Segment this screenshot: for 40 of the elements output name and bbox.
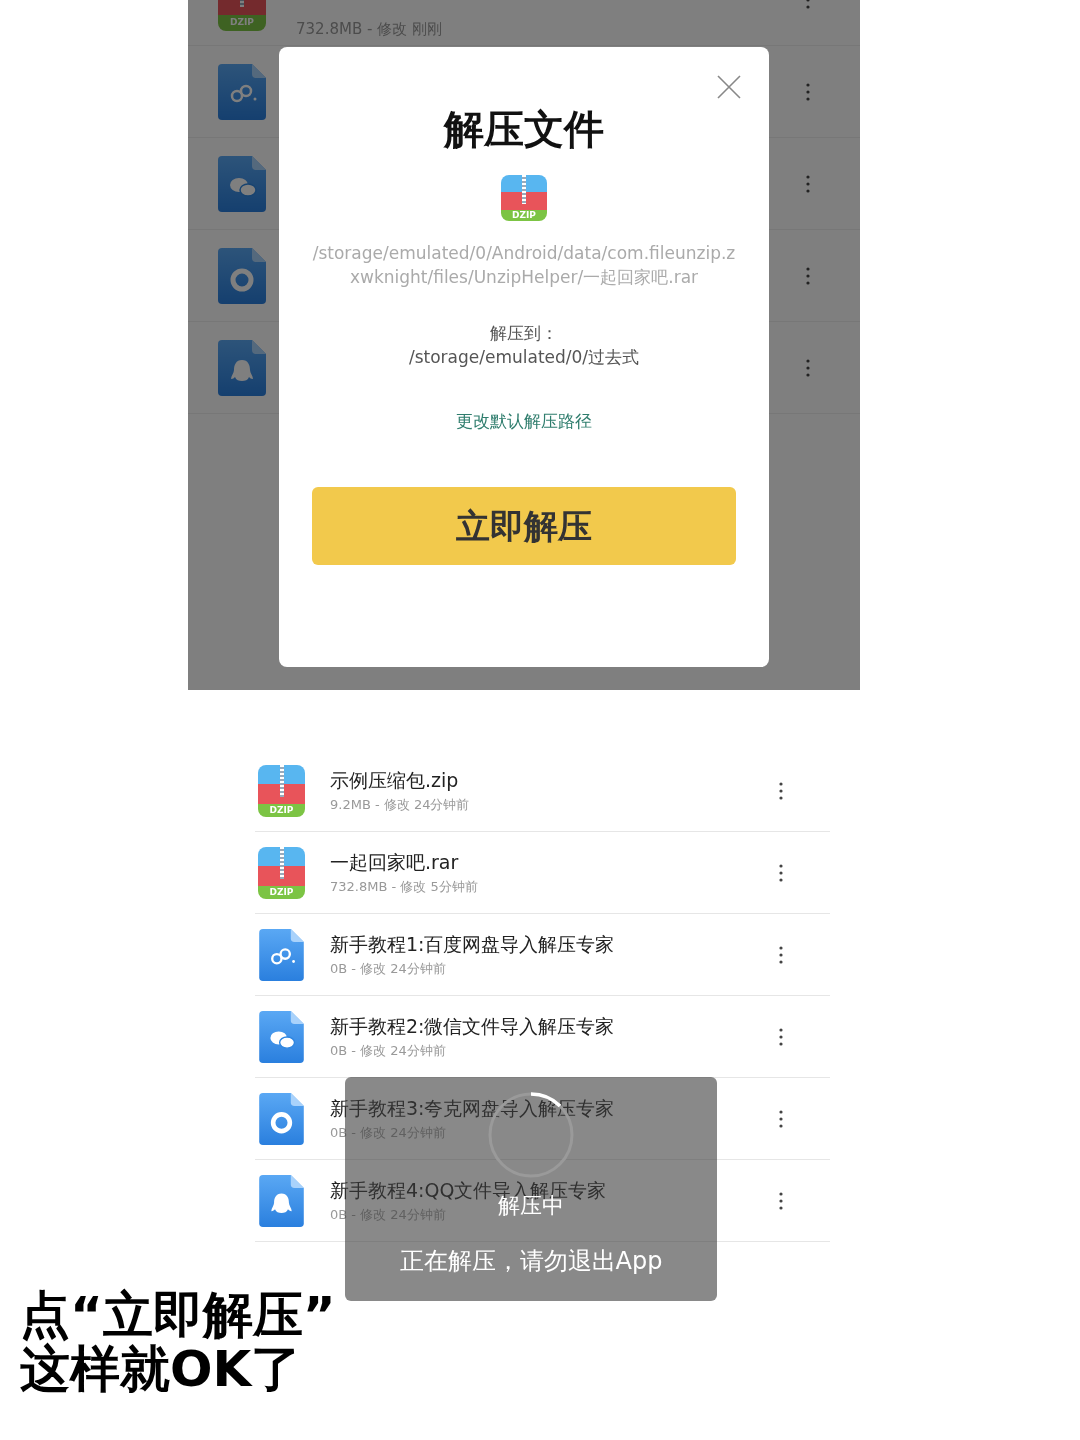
file-meta: 9.2MB - 修改 24分钟前	[330, 795, 470, 814]
file-name: 新手教程2:微信文件导入解压专家	[330, 1013, 615, 1038]
change-path-link[interactable]: 更改默认解压路径	[456, 409, 592, 433]
file-row[interactable]: 新手教程2:微信文件导入解压专家 0B - 修改 24分钟前	[255, 996, 830, 1078]
file-row[interactable]: DZIP 一起回家吧.rar 732.8MB - 修改 5分钟前	[255, 832, 830, 914]
target-path: /storage/emulated/0/过去式	[408, 346, 640, 369]
file-row[interactable]: DZIP 示例压缩包.zip 9.2MB - 修改 24分钟前	[255, 750, 830, 832]
more-icon[interactable]	[779, 1109, 783, 1128]
icon-label: DZIP	[269, 805, 294, 815]
file-meta: 732.8MB - 修改 5分钟前	[330, 877, 478, 896]
target-label: 解压到：	[490, 322, 558, 345]
more-icon[interactable]	[806, 357, 810, 378]
file-name: 新手教程1:百度网盘导入解压专家	[330, 931, 615, 956]
icon-label: DZIP	[269, 887, 294, 897]
file-meta: 0B - 修改 24分钟前	[330, 959, 446, 978]
document-icon	[258, 1010, 305, 1063]
more-icon[interactable]	[779, 945, 783, 964]
close-icon[interactable]	[717, 75, 741, 99]
document-icon	[258, 1174, 305, 1227]
extract-button[interactable]: 立即解压	[312, 487, 736, 565]
source-path: /storage/emulated/0/Android/data/com.fileunzip.zxwknight/files/UnzipHelper/一起回家吧.rar	[311, 242, 737, 289]
file-row[interactable]: 新手教程1:百度网盘导入解压专家 0B - 修改 24分钟前	[255, 914, 830, 996]
more-icon[interactable]	[779, 781, 783, 800]
more-icon[interactable]	[806, 81, 810, 102]
more-icon[interactable]	[779, 1027, 783, 1046]
toast-message: 正在解压，请勿退出App	[399, 1246, 663, 1277]
document-icon	[258, 928, 305, 981]
file-name: 示例压缩包.zip	[330, 767, 459, 792]
more-icon[interactable]	[806, 173, 810, 194]
document-icon	[258, 1092, 305, 1145]
file-name: 一起回家吧.rar	[330, 849, 459, 874]
caption-text: 点“立即解压”	[20, 1288, 336, 1342]
more-icon[interactable]	[779, 863, 783, 882]
file-meta: 0B - 修改 24分钟前	[330, 1041, 446, 1060]
icon-label: DZIP	[512, 210, 536, 220]
caption-text: 这样就OK了	[20, 1342, 303, 1396]
more-icon[interactable]	[806, 265, 810, 286]
icon-label: DZIP	[230, 18, 254, 28]
more-icon[interactable]	[779, 1191, 783, 1210]
dialog-title: 解压文件	[444, 105, 604, 154]
